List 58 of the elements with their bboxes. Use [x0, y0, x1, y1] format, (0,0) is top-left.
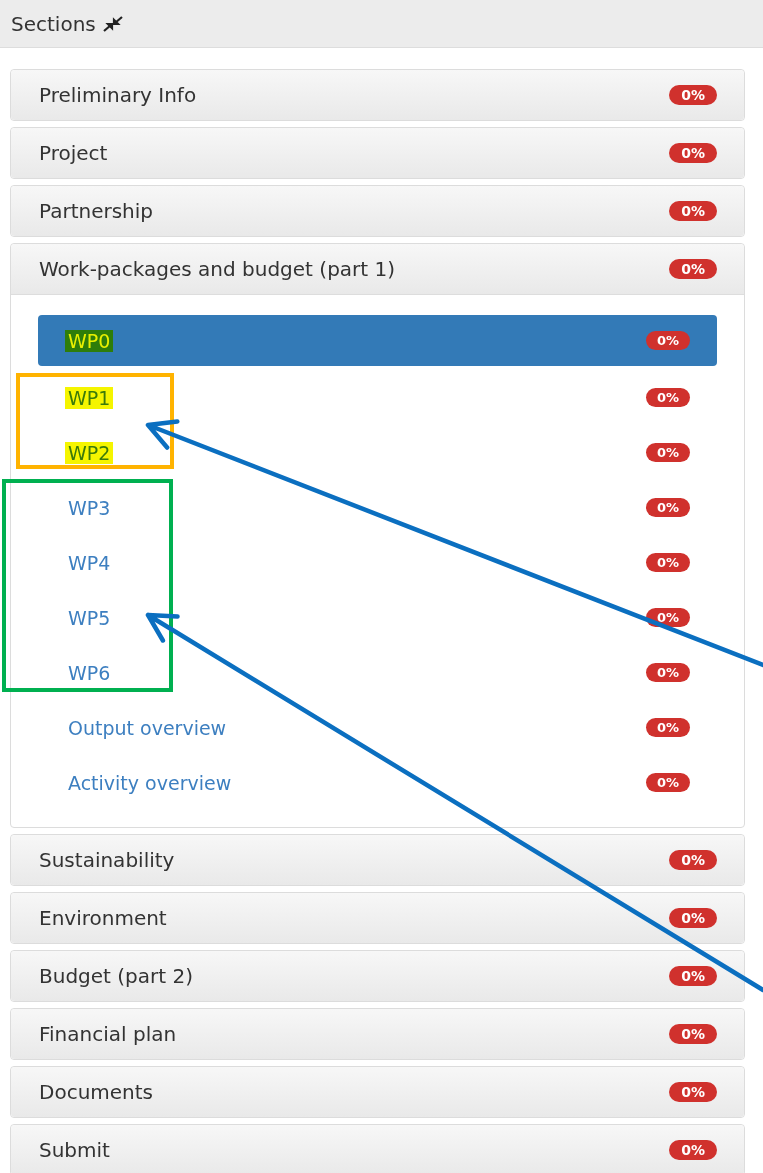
progress-badge: 0%	[669, 201, 717, 221]
section-header[interactable]: Submit 0%	[11, 1125, 744, 1173]
subsection-item[interactable]: WP1 0%	[38, 370, 717, 425]
subsection-label: WP4	[67, 551, 112, 574]
section-header[interactable]: Preliminary Info 0%	[11, 70, 744, 120]
section-title: Financial plan	[39, 1022, 177, 1046]
section-title: Submit	[39, 1138, 110, 1162]
subsection-item[interactable]: WP2 0%	[38, 425, 717, 480]
subsection-label: WP6	[67, 661, 112, 684]
section-header[interactable]: Documents 0%	[11, 1067, 744, 1117]
progress-badge: 0%	[669, 1082, 717, 1102]
progress-badge: 0%	[669, 908, 717, 928]
progress-badge: 0%	[669, 966, 717, 986]
subsection-item[interactable]: WP4 0%	[38, 535, 717, 590]
subsection-item[interactable]: WP3 0%	[38, 480, 717, 535]
subsection-item[interactable]: WP6 0%	[38, 645, 717, 700]
progress-badge: 0%	[669, 85, 717, 105]
section-title: Sustainability	[39, 848, 175, 872]
section-title: Partnership	[39, 199, 154, 223]
subsection-label: WP5	[67, 606, 112, 629]
section-header[interactable]: Project 0%	[11, 128, 744, 178]
progress-badge: 0%	[669, 143, 717, 163]
section-header[interactable]: Budget (part 2) 0%	[11, 951, 744, 1001]
subsection-label: WP1	[65, 386, 114, 409]
subsection-item[interactable]: WP5 0%	[38, 590, 717, 645]
subsection-item[interactable]: WP0 0%	[38, 315, 717, 366]
subsection-label: WP2	[65, 441, 114, 464]
subsection-item[interactable]: Output overview 0%	[38, 700, 717, 755]
section-title: Work-packages and budget (part 1)	[39, 257, 396, 281]
section-title: Documents	[39, 1080, 154, 1104]
section-header[interactable]: Partnership 0%	[11, 186, 744, 236]
section-header[interactable]: Sustainability 0%	[11, 835, 744, 885]
section-header[interactable]: Work-packages and budget (part 1) 0%	[11, 244, 744, 295]
subsection-item[interactable]: Activity overview 0%	[38, 755, 717, 810]
subsection-label: Output overview	[67, 716, 228, 739]
progress-badge: 0%	[669, 1140, 717, 1160]
progress-badge: 0%	[645, 498, 690, 517]
progress-badge: 0%	[645, 663, 690, 682]
subsection-label: WP0	[65, 329, 114, 352]
compress-icon	[101, 14, 124, 33]
progress-badge: 0%	[645, 388, 690, 407]
progress-badge: 0%	[645, 443, 690, 462]
section-header[interactable]: Financial plan 0%	[11, 1009, 744, 1059]
section-title: Project	[39, 141, 108, 165]
progress-badge: 0%	[645, 718, 690, 737]
progress-badge: 0%	[645, 553, 690, 572]
progress-badge: 0%	[645, 331, 690, 350]
section-title: Environment	[39, 906, 167, 930]
progress-badge: 0%	[645, 773, 690, 792]
section-title: Preliminary Info	[39, 83, 197, 107]
progress-badge: 0%	[669, 850, 717, 870]
progress-badge: 0%	[669, 259, 717, 279]
section-title: Budget (part 2)	[39, 964, 193, 988]
progress-badge: 0%	[669, 1024, 717, 1044]
subsection-label: Activity overview	[67, 771, 233, 794]
subsection-label: WP3	[67, 496, 112, 519]
sections-title: Sections	[11, 11, 96, 36]
section-header[interactable]: Environment 0%	[11, 893, 744, 943]
